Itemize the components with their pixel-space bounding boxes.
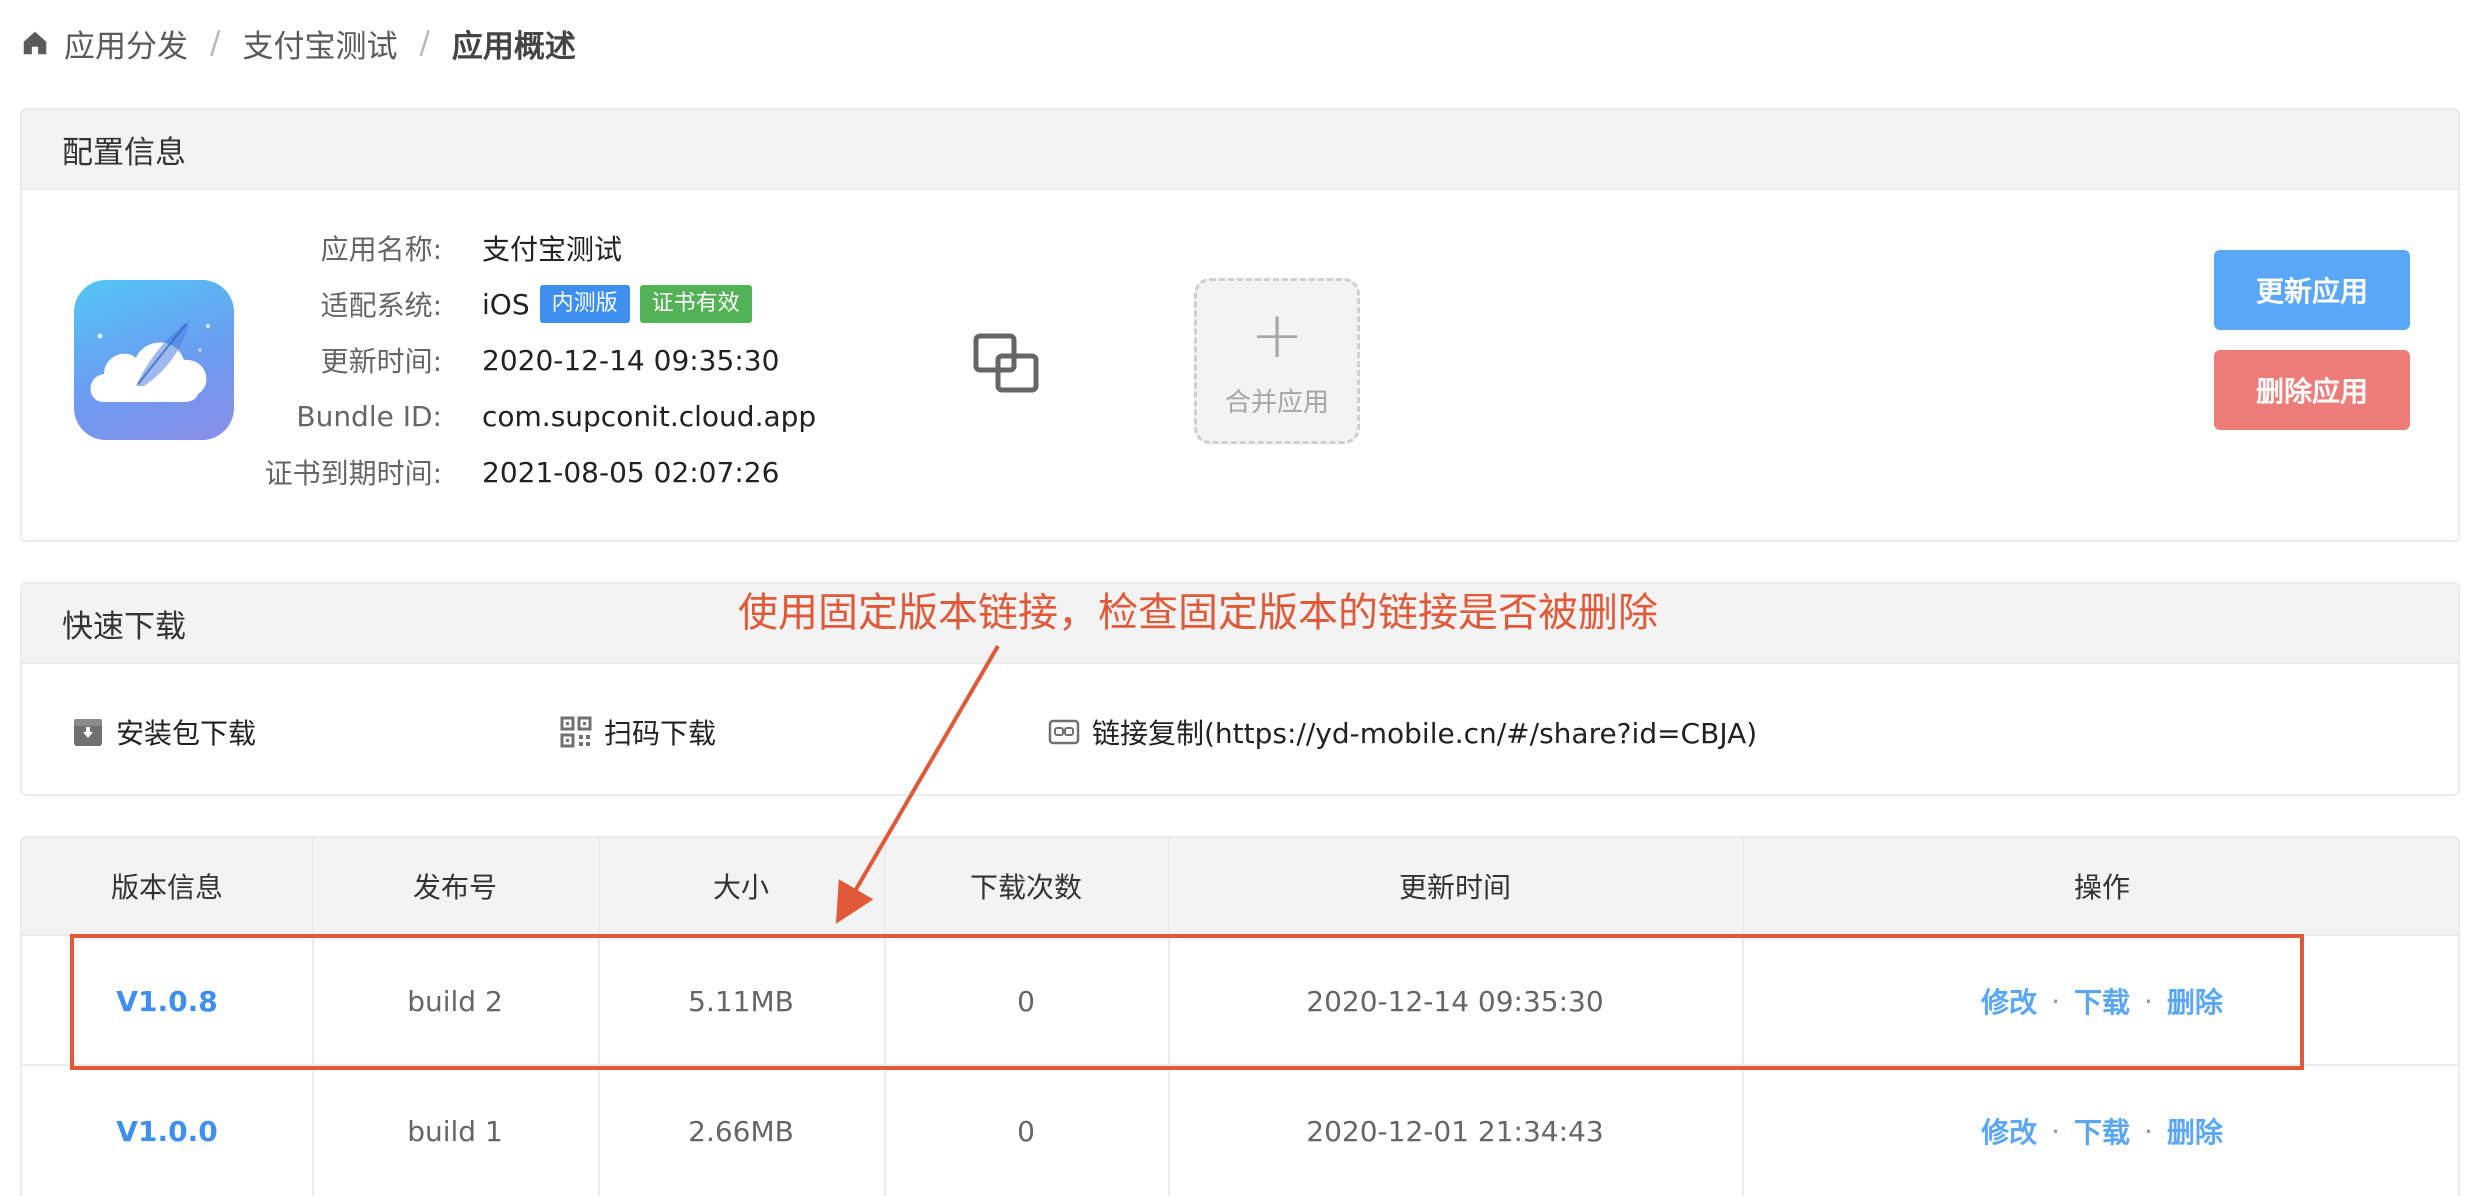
copy-link-label: 链接复制(https://yd-mobile.cn/#/share?id=CBJ… — [1092, 717, 1758, 750]
info-row-bundle: Bundle ID: com.supconit.cloud.app — [252, 394, 816, 438]
breadcrumb-app-distribution[interactable]: 应用分发 — [64, 21, 188, 66]
delete-link[interactable]: 删除 — [2167, 981, 2223, 1021]
breadcrumb-app-name[interactable]: 支付宝测试 — [242, 21, 397, 66]
home-icon[interactable] — [20, 28, 50, 58]
updated-label: 更新时间: — [320, 345, 442, 378]
updated-cell: 2020-12-01 21:34:43 — [1306, 1114, 1604, 1148]
build-cell: build 1 — [407, 1114, 503, 1148]
package-download-icon — [74, 719, 102, 746]
cert-valid-badge: 证书有效 — [639, 285, 752, 323]
scan-download-label: 扫码下载 — [604, 717, 717, 750]
actions-cell: 修改 · 下载 · 删除 — [1742, 936, 2458, 1066]
build-cell: build 2 — [407, 984, 503, 1018]
copy-link-button[interactable]: 链接复制(https://yd-mobile.cn/#/share?id=CBJ… — [1048, 712, 1757, 752]
actions-cell: 修改 · 下载 · 删除 — [1742, 1066, 2458, 1196]
bundle-id-value: com.supconit.cloud.app — [482, 399, 817, 433]
info-row-system: 适配系统: iOS 内测版 证书有效 — [252, 282, 752, 326]
breadcrumb: 应用分发 / 支付宝测试 / 应用概述 — [20, 18, 576, 68]
col-header-downloads: 下载次数 — [969, 871, 1082, 904]
col-header-build: 发布号 — [412, 871, 497, 904]
update-app-button[interactable]: 更新应用 — [2214, 250, 2410, 330]
package-download-link[interactable]: 安装包下载 — [72, 712, 256, 752]
column-divider — [312, 838, 314, 1196]
edit-link[interactable]: 修改 — [1981, 1111, 2037, 1151]
qr-code-icon — [560, 716, 592, 748]
col-header-size: 大小 — [712, 871, 769, 904]
size-cell: 5.11MB — [688, 984, 794, 1018]
version-link[interactable]: V1.0.8 — [22, 936, 312, 1066]
config-card: 配置信息 应用名称: 支付宝测试 适配系统: iOS 内测版 证书有效 更新时间… — [20, 108, 2460, 542]
column-divider — [1168, 838, 1170, 1196]
version-link[interactable]: V1.0.0 — [22, 1066, 312, 1196]
package-download-label: 安装包下载 — [116, 717, 257, 750]
scan-download-link[interactable]: 扫码下载 — [560, 712, 716, 752]
action-separator: · — [2144, 1114, 2153, 1148]
app-name-label: 应用名称: — [320, 233, 442, 266]
col-header-updated: 更新时间 — [1398, 871, 1511, 904]
merge-app-button[interactable]: + 合并应用 — [1194, 278, 1360, 444]
download-link[interactable]: 下载 — [2074, 981, 2130, 1021]
app-name-value: 支付宝测试 — [482, 233, 623, 266]
column-divider — [598, 838, 600, 1196]
size-cell: 2.66MB — [688, 1114, 794, 1148]
breadcrumb-separator: / — [419, 25, 430, 61]
downloads-cell: 0 — [1017, 984, 1035, 1018]
delete-app-button[interactable]: 删除应用 — [2214, 350, 2410, 430]
info-row-cert-expiry: 证书到期时间: 2021-08-05 02:07:26 — [252, 450, 780, 494]
breadcrumb-separator: / — [210, 25, 221, 61]
internal-test-badge: 内测版 — [539, 285, 630, 323]
copy-link-icon — [1048, 719, 1080, 745]
table-header: 版本信息 发布号 大小 下载次数 更新时间 操作 — [22, 838, 2458, 934]
edit-link[interactable]: 修改 — [1981, 981, 2037, 1021]
link-icon — [973, 333, 1039, 393]
plus-icon: + — [1250, 298, 1304, 373]
config-card-title: 配置信息 — [22, 110, 2458, 190]
action-separator: · — [2144, 984, 2153, 1018]
system-label: 适配系统: — [320, 289, 442, 322]
table-row: V1.0.0 build 1 2.66MB 0 2020-12-01 21:34… — [22, 1064, 2458, 1196]
cert-expiry-label: 证书到期时间: — [264, 457, 442, 490]
info-row-app-name: 应用名称: 支付宝测试 — [252, 226, 622, 270]
bundle-id-label: Bundle ID: — [296, 399, 442, 433]
download-link[interactable]: 下载 — [2074, 1111, 2130, 1151]
action-separator: · — [2051, 984, 2060, 1018]
annotation-text: 使用固定版本链接，检查固定版本的链接是否被删除 — [738, 590, 1658, 636]
table-row: V1.0.8 build 2 5.11MB 0 2020-12-14 09:35… — [22, 934, 2458, 1066]
delete-link[interactable]: 删除 — [2167, 1111, 2223, 1151]
system-value: iOS — [482, 287, 530, 321]
updated-value: 2020-12-14 09:35:30 — [482, 343, 780, 377]
column-divider — [1742, 838, 1744, 1196]
col-header-actions: 操作 — [2073, 871, 2130, 904]
breadcrumb-current: 应用概述 — [451, 28, 576, 65]
col-header-version: 版本信息 — [110, 871, 223, 904]
column-divider — [884, 838, 886, 1196]
versions-table: 版本信息 发布号 大小 下载次数 更新时间 操作 V1.0.8 build 2 … — [20, 836, 2460, 1196]
merge-app-label: 合并应用 — [1224, 387, 1329, 418]
updated-cell: 2020-12-14 09:35:30 — [1306, 984, 1604, 1018]
cert-expiry-value: 2021-08-05 02:07:26 — [482, 455, 780, 489]
downloads-cell: 0 — [1017, 1114, 1035, 1148]
app-icon — [74, 280, 234, 440]
action-separator: · — [2051, 1114, 2060, 1148]
info-row-updated: 更新时间: 2020-12-14 09:35:30 — [252, 338, 780, 382]
